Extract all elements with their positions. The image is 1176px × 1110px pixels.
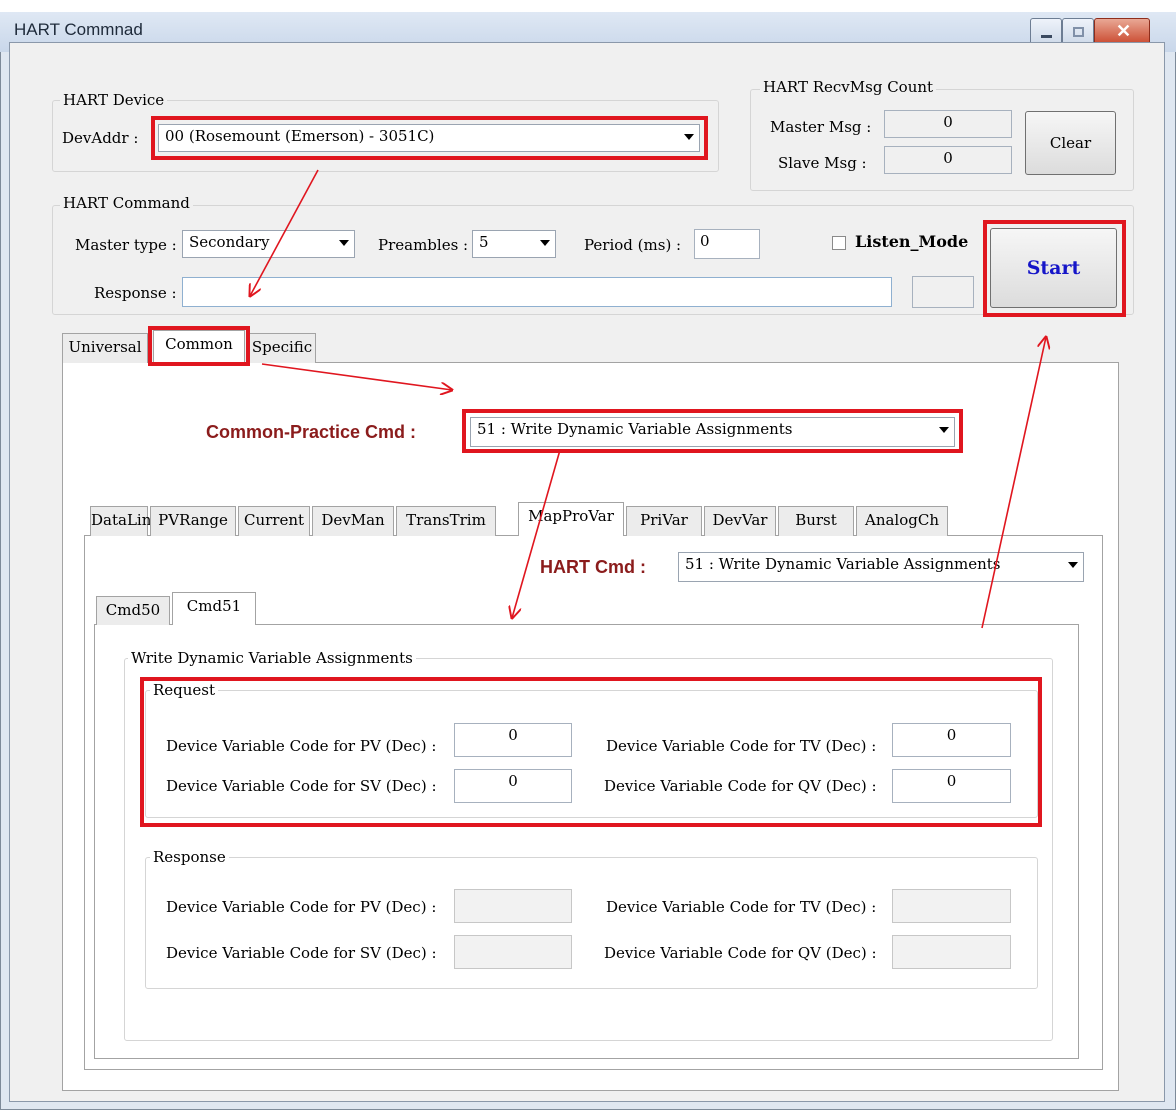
arrow-common-tab-to-cmd bbox=[261, 363, 452, 390]
annotation-arrows bbox=[0, 169, 1176, 629]
arrow-devaddr-to-response bbox=[250, 169, 319, 296]
arrow-cmd-to-cmd51 bbox=[512, 449, 561, 618]
arrow-request-to-start bbox=[981, 337, 1046, 629]
screen: { "window": {"title": "HART Commnad"}, "… bbox=[0, 0, 1176, 1110]
